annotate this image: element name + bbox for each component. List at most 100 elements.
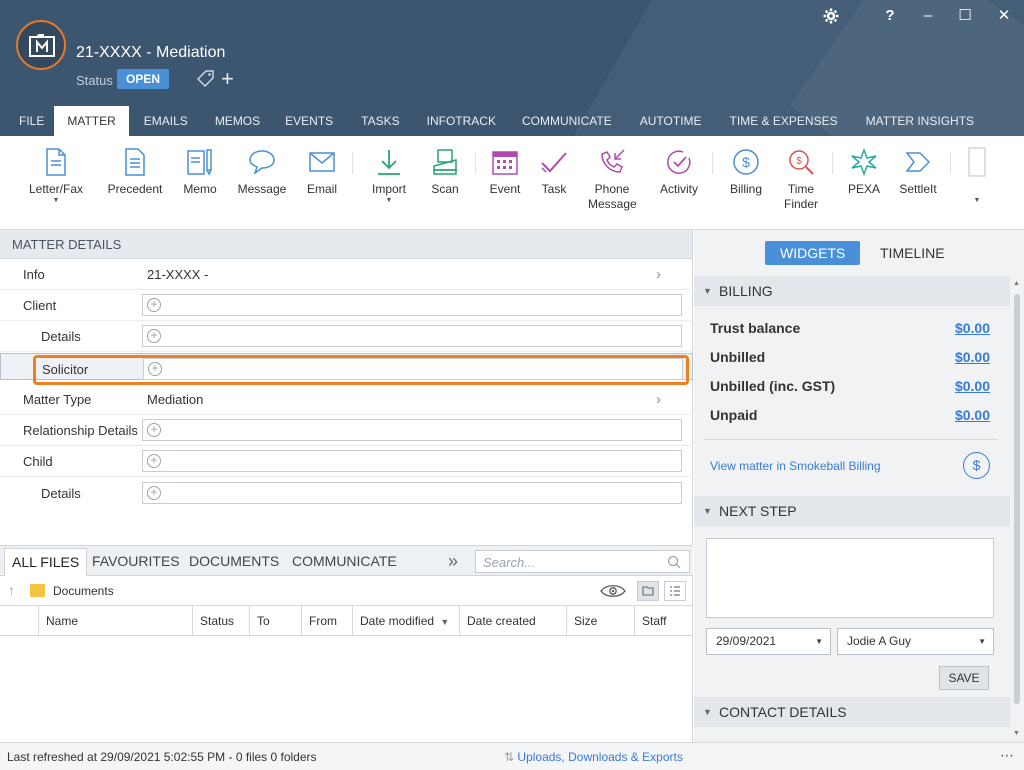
- tab-timeline[interactable]: TIMELINE: [865, 241, 960, 265]
- letter-fax-button[interactable]: Letter/Fax ▼: [28, 146, 84, 205]
- memo-button[interactable]: Memo: [180, 146, 220, 197]
- sort-descending-icon: ▼: [440, 617, 450, 627]
- billing-amount-link[interactable]: $0.00: [955, 378, 990, 394]
- ribbon-separator: [832, 152, 833, 174]
- billing-amount-link[interactable]: $0.00: [955, 407, 990, 423]
- field-row-matter-type[interactable]: Matter Type Mediation ›: [0, 384, 693, 415]
- dropdown-arrow-icon: ▼: [52, 197, 60, 204]
- phone-message-button[interactable]: Phone Message: [588, 146, 637, 212]
- tab-events[interactable]: EVENTS: [272, 106, 346, 136]
- tab-matter-insights[interactable]: MATTER INSIGHTS: [852, 106, 988, 136]
- precedent-icon: [125, 148, 145, 176]
- import-button[interactable]: Import ▼: [368, 146, 410, 205]
- child-details-input[interactable]: +: [142, 482, 682, 504]
- message-button[interactable]: Message: [236, 146, 288, 197]
- tab-autotime[interactable]: AUTOTIME: [626, 106, 716, 136]
- more-options-icon[interactable]: ⋯: [1000, 747, 1014, 764]
- column-staff[interactable]: Staff: [634, 606, 693, 636]
- activity-button[interactable]: Activity: [657, 146, 701, 197]
- settleit-button[interactable]: SettleIt: [898, 146, 938, 197]
- contact-details-section-header[interactable]: ▼ CONTACT DETAILS: [694, 697, 1010, 727]
- field-row-info[interactable]: Info 21-XXXX - ›: [0, 259, 693, 290]
- tab-file[interactable]: FILE: [0, 106, 54, 136]
- widgets-scrollbar[interactable]: ▲ ▼: [1010, 276, 1024, 742]
- relationship-input[interactable]: +: [142, 419, 682, 441]
- billing-row: Unbilled $0.00: [710, 349, 990, 365]
- next-step-textarea[interactable]: [706, 538, 994, 618]
- billing-button[interactable]: $ Billing: [726, 146, 766, 197]
- uploads-link[interactable]: ⇅ Uploads, Downloads & Exports: [504, 743, 683, 770]
- tab-documents[interactable]: DOCUMENTS: [189, 546, 279, 576]
- tab-matter[interactable]: MATTER: [54, 106, 129, 136]
- scroll-up-icon[interactable]: ▲: [1013, 280, 1020, 287]
- list-view-button[interactable]: [664, 581, 686, 601]
- tab-favourites[interactable]: FAVOURITES: [92, 546, 180, 576]
- close-button[interactable]: ✕: [994, 6, 1014, 26]
- column-size[interactable]: Size: [566, 606, 634, 636]
- scroll-down-icon[interactable]: ▼: [1013, 730, 1020, 737]
- up-arrow-icon[interactable]: ↑: [8, 582, 15, 598]
- tab-communicate-files[interactable]: COMMUNICATE: [292, 546, 397, 576]
- column-date-modified[interactable]: Date modified ▼: [352, 606, 459, 636]
- email-button[interactable]: Email: [304, 146, 340, 197]
- add-circle-icon[interactable]: +: [147, 423, 161, 437]
- tag-icon[interactable]: [196, 70, 215, 91]
- matter-logo-icon[interactable]: [16, 20, 66, 70]
- add-circle-icon[interactable]: +: [147, 454, 161, 468]
- files-search-input[interactable]: Search...: [475, 550, 690, 573]
- search-icon: [667, 555, 681, 569]
- status-badge[interactable]: OPEN: [117, 69, 170, 89]
- pexa-button[interactable]: PEXA: [846, 146, 882, 197]
- scan-button[interactable]: Scan: [428, 146, 462, 197]
- column-from[interactable]: From: [301, 606, 352, 636]
- help-button[interactable]: ?: [880, 6, 900, 26]
- minimize-button[interactable]: –: [918, 6, 938, 26]
- folder-view-button[interactable]: [637, 581, 659, 601]
- settings-gear-icon[interactable]: [821, 6, 841, 26]
- eye-icon[interactable]: [600, 584, 626, 601]
- add-circle-icon[interactable]: +: [147, 298, 161, 312]
- next-step-staff-select[interactable]: Jodie A Guy ▼: [837, 628, 994, 655]
- tab-widgets[interactable]: WIDGETS: [765, 241, 861, 265]
- title-bar: 21-XXXX - Mediation Status OPEN + ? – ☐ …: [0, 0, 1024, 136]
- scrollbar-thumb[interactable]: [1014, 294, 1020, 704]
- time-finder-button[interactable]: $ Time Finder: [782, 146, 820, 212]
- billing-amount-link[interactable]: $0.00: [955, 320, 990, 336]
- settleit-arrow-icon: [905, 152, 931, 172]
- column-name[interactable]: Name: [38, 606, 193, 636]
- client-input[interactable]: +: [142, 294, 682, 316]
- billing-section-header[interactable]: ▼ BILLING: [694, 276, 1010, 306]
- billing-dollar-icon[interactable]: $: [963, 452, 990, 479]
- child-input[interactable]: +: [142, 450, 682, 472]
- billing-amount-link[interactable]: $0.00: [955, 349, 990, 365]
- ribbon-overflow-button[interactable]: ▼: [962, 146, 992, 205]
- chevron-right-icon[interactable]: ›: [656, 384, 661, 415]
- column-date-created[interactable]: Date created: [459, 606, 566, 636]
- column-status[interactable]: Status: [192, 606, 249, 636]
- solicitor-highlight-outline: [33, 355, 689, 385]
- column-to[interactable]: To: [249, 606, 301, 636]
- add-circle-icon[interactable]: +: [147, 486, 161, 500]
- precedent-button[interactable]: Precedent: [104, 146, 166, 197]
- chevron-right-icon[interactable]: ›: [656, 259, 661, 290]
- task-button[interactable]: Task: [538, 146, 570, 197]
- widgets-tabs: WIDGETS TIMELINE: [694, 230, 1024, 276]
- tab-infotrack[interactable]: INFOTRACK: [415, 106, 508, 136]
- next-step-date-picker[interactable]: 29/09/2021 ▼: [706, 628, 831, 655]
- tab-all-files[interactable]: ALL FILES: [4, 548, 88, 576]
- maximize-button[interactable]: ☐: [955, 6, 975, 26]
- tab-tasks[interactable]: TASKS: [346, 106, 414, 136]
- add-circle-icon[interactable]: +: [147, 329, 161, 343]
- view-in-billing-link[interactable]: View matter in Smokeball Billing: [710, 459, 881, 473]
- save-button[interactable]: SAVE: [939, 666, 989, 690]
- tab-memos[interactable]: MEMOS: [203, 106, 272, 136]
- next-step-section-header[interactable]: ▼ NEXT STEP: [694, 496, 1010, 526]
- tab-time-expenses[interactable]: TIME & EXPENSES: [716, 106, 852, 136]
- more-tabs-icon[interactable]: »: [448, 546, 458, 576]
- tab-emails[interactable]: EMAILS: [129, 106, 203, 136]
- tab-communicate[interactable]: COMMUNICATE: [508, 106, 626, 136]
- activity-icon: [667, 150, 691, 174]
- client-details-input[interactable]: +: [142, 325, 682, 347]
- event-button[interactable]: Event: [488, 146, 522, 197]
- add-tag-icon[interactable]: +: [221, 68, 234, 90]
